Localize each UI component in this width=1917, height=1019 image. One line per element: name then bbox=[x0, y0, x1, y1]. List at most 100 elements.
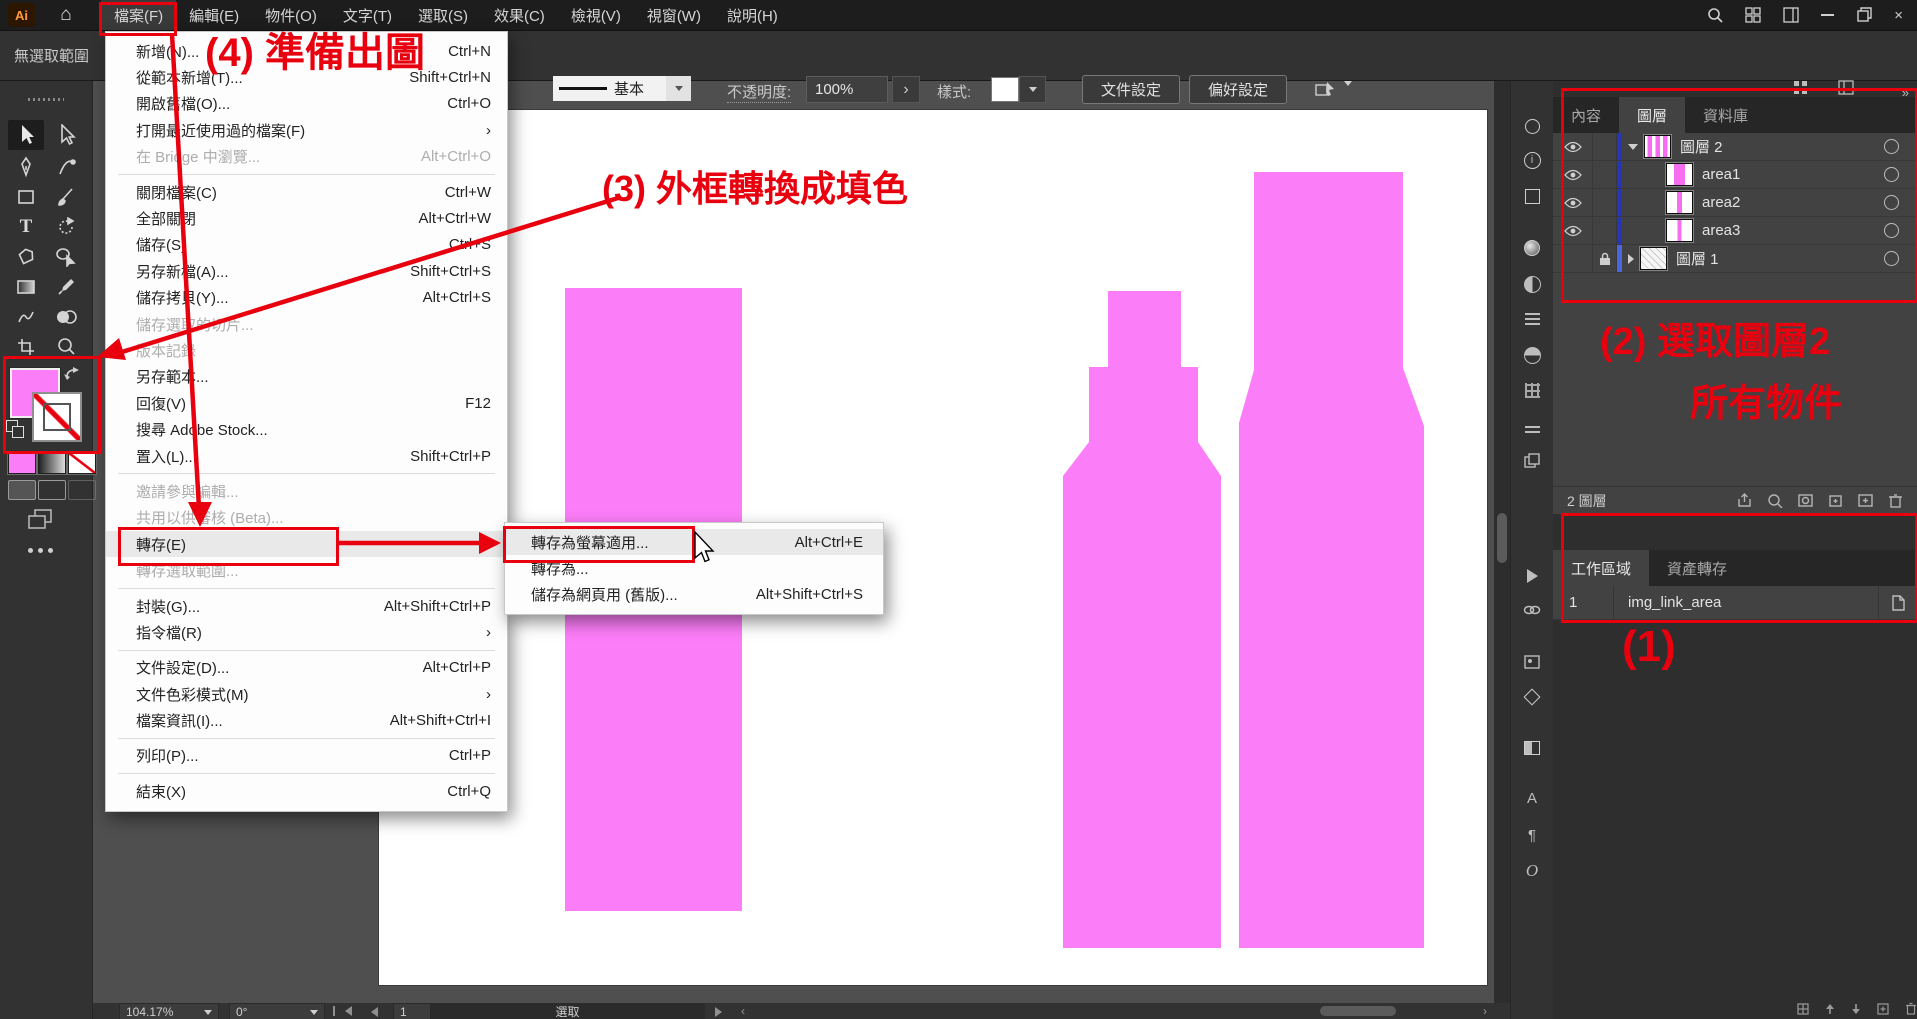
layer-name[interactable]: area3 bbox=[1702, 222, 1884, 239]
swap-fill-stroke-icon[interactable] bbox=[64, 366, 82, 387]
menu-type[interactable]: 文字(T) bbox=[330, 0, 405, 30]
select-similar-icon[interactable] bbox=[1314, 79, 1336, 104]
draw-inside-mode-button[interactable] bbox=[68, 480, 96, 500]
document-setup-button[interactable]: 文件設定 bbox=[1082, 75, 1180, 104]
new-layer-icon[interactable] bbox=[1857, 493, 1874, 508]
tab-asset-export[interactable]: 資產轉存 bbox=[1649, 550, 1745, 586]
layer-target-circle[interactable] bbox=[1884, 223, 1899, 238]
eyedropper-tool-button[interactable] bbox=[48, 272, 84, 302]
lock-column[interactable] bbox=[1592, 161, 1617, 188]
eye-icon[interactable] bbox=[1553, 225, 1592, 237]
layer-target-circle[interactable] bbox=[1884, 167, 1899, 182]
zoom-level-dropdown[interactable]: 104.17% bbox=[119, 1003, 219, 1019]
layer-thumbnail[interactable] bbox=[1640, 247, 1667, 270]
tab-libraries[interactable]: 資料庫 bbox=[1685, 97, 1766, 133]
artboard-name[interactable]: img_link_area bbox=[1613, 586, 1878, 619]
layer-target-circle[interactable] bbox=[1884, 251, 1899, 266]
menu-file[interactable]: 檔案(F) bbox=[101, 0, 176, 30]
layer-thumbnail[interactable] bbox=[1644, 135, 1671, 158]
menu-item-revert[interactable]: 回復(V)F12 bbox=[106, 390, 507, 416]
status-play-icon[interactable] bbox=[715, 1006, 722, 1019]
paragraph-panel-icon[interactable]: ¶ bbox=[1522, 825, 1542, 845]
toolbar-drag-handle[interactable] bbox=[28, 98, 64, 101]
menu-view[interactable]: 檢視(V) bbox=[558, 0, 634, 30]
minimize-button[interactable] bbox=[1821, 14, 1834, 16]
layer-row[interactable]: area2 bbox=[1553, 189, 1917, 217]
transform-icon[interactable] bbox=[1522, 186, 1542, 206]
group-selection-tool-button[interactable] bbox=[48, 242, 84, 272]
menu-item-export[interactable]: 轉存(E)› bbox=[106, 531, 507, 557]
menu-item-file-info[interactable]: 檔案資訊(I)...Alt+Shift+Ctrl+I bbox=[106, 707, 507, 733]
rotate-tool-button[interactable] bbox=[48, 212, 84, 242]
menu-item-save-for-web-legacy[interactable]: 儲存為網頁用 (舊版)...Alt+Shift+Ctrl+S bbox=[505, 582, 883, 608]
menu-item-document-setup[interactable]: 文件設定(D)...Alt+Ctrl+P bbox=[106, 655, 507, 681]
menu-item-document-color-mode[interactable]: 文件色彩模式(M)› bbox=[106, 681, 507, 707]
menu-item-export-as[interactable]: 轉存為... bbox=[505, 555, 883, 581]
menu-item-export-for-screens[interactable]: 轉存為螢幕適用...Alt+Ctrl+E bbox=[505, 529, 883, 555]
color-sphere-icon[interactable] bbox=[1522, 238, 1542, 258]
menu-item-close-all[interactable]: 全部關閉Alt+Ctrl+W bbox=[106, 205, 507, 231]
artboard-row[interactable]: 1 img_link_area bbox=[1553, 586, 1917, 620]
move-down-icon[interactable] bbox=[1851, 1003, 1861, 1015]
opacity-value-field[interactable]: 100% bbox=[806, 76, 888, 103]
stroke-style-dropdown[interactable]: 基本 bbox=[553, 76, 677, 101]
stroke-style-chevron[interactable] bbox=[666, 76, 691, 101]
menu-item-save-a-copy[interactable]: 儲存拷貝(Y)...Alt+Ctrl+S bbox=[106, 285, 507, 311]
tab-layers[interactable]: 圖層 bbox=[1619, 97, 1685, 133]
gear-icon[interactable] bbox=[1522, 116, 1542, 136]
artboard-tool-button[interactable] bbox=[8, 332, 44, 362]
graphic-style-chevron[interactable] bbox=[1019, 76, 1046, 103]
workspace-grid-icon[interactable] bbox=[1793, 80, 1808, 100]
home-icon[interactable]: ⌂ bbox=[53, 4, 79, 26]
menu-item-open[interactable]: 開啟舊檔(O)...Ctrl+O bbox=[106, 91, 507, 117]
collect-for-export-icon[interactable] bbox=[1737, 493, 1754, 508]
lock-column[interactable] bbox=[1592, 189, 1617, 216]
arrange-documents-icon[interactable] bbox=[1745, 7, 1761, 23]
graphic-style-swatch[interactable] bbox=[991, 77, 1019, 102]
menu-object[interactable]: 物件(O) bbox=[252, 0, 330, 30]
menu-item-new-from-template[interactable]: 從範本新增(T)...Shift+Ctrl+N bbox=[106, 64, 507, 90]
menu-item-search-adobe-stock[interactable]: 搜尋 Adobe Stock... bbox=[106, 416, 507, 442]
menu-help[interactable]: 說明(H) bbox=[714, 0, 791, 30]
menu-item-close[interactable]: 關閉檔案(C)Ctrl+W bbox=[106, 179, 507, 205]
edit-toolbar-dots-icon[interactable] bbox=[28, 548, 33, 553]
close-button[interactable]: × bbox=[1894, 7, 1903, 24]
menu-item-package[interactable]: 封裝(G)...Alt+Shift+Ctrl+P bbox=[106, 593, 507, 619]
appearance-panel-icon[interactable] bbox=[1522, 417, 1542, 437]
vertical-scrollbar-thumb[interactable] bbox=[1497, 513, 1507, 563]
eraser-tool-button[interactable] bbox=[8, 242, 44, 272]
menu-item-save-as[interactable]: 另存新檔(A)...Shift+Ctrl+S bbox=[106, 258, 507, 284]
screen-mode-icon[interactable] bbox=[26, 508, 58, 530]
actions-play-icon[interactable] bbox=[1522, 566, 1542, 586]
lock-icon[interactable] bbox=[1592, 245, 1617, 272]
gradient-tool-button[interactable] bbox=[8, 272, 44, 302]
rectangle-tool-button[interactable] bbox=[8, 182, 44, 212]
menu-item-save[interactable]: 儲存(S)Ctrl+S bbox=[106, 232, 507, 258]
area-type-panel-icon[interactable]: A bbox=[1522, 788, 1542, 808]
grid-small-icon[interactable] bbox=[1797, 1003, 1809, 1015]
none-mode-button[interactable] bbox=[68, 452, 96, 474]
vertical-scrollbar[interactable] bbox=[1494, 80, 1510, 1003]
bottle-shape-small[interactable] bbox=[1063, 291, 1221, 948]
draw-normal-mode-button[interactable] bbox=[8, 480, 36, 500]
type-tool-button[interactable]: T bbox=[8, 212, 44, 242]
chevron-right-icon[interactable] bbox=[1628, 254, 1634, 264]
stroke-color-swatch[interactable] bbox=[32, 392, 82, 442]
lock-column[interactable] bbox=[1592, 133, 1617, 160]
gradient-mode-button[interactable] bbox=[38, 452, 66, 474]
artboard-nav-first[interactable] bbox=[333, 1006, 352, 1016]
menu-item-print[interactable]: 列印(P)...Ctrl+P bbox=[106, 743, 507, 769]
menu-window[interactable]: 視窗(W) bbox=[634, 0, 714, 30]
preferences-button[interactable]: 偏好設定 bbox=[1189, 75, 1287, 104]
info-icon[interactable]: i bbox=[1522, 150, 1542, 170]
color-mode-button[interactable] bbox=[8, 452, 36, 474]
stroke-panel-icon[interactable] bbox=[1522, 309, 1542, 329]
make-mask-icon[interactable] bbox=[1797, 493, 1814, 508]
links-chain-icon[interactable] bbox=[1522, 600, 1542, 620]
layer-row[interactable]: area1 bbox=[1553, 161, 1917, 189]
menu-edit[interactable]: 編輯(E) bbox=[176, 0, 252, 30]
paintbrush-tool-button[interactable] bbox=[48, 182, 84, 212]
layer-target-circle[interactable] bbox=[1884, 139, 1899, 154]
hscroll-right-chevron[interactable]: › bbox=[1483, 1004, 1487, 1018]
menu-item-exit[interactable]: 結束(X)Ctrl+Q bbox=[106, 778, 507, 804]
